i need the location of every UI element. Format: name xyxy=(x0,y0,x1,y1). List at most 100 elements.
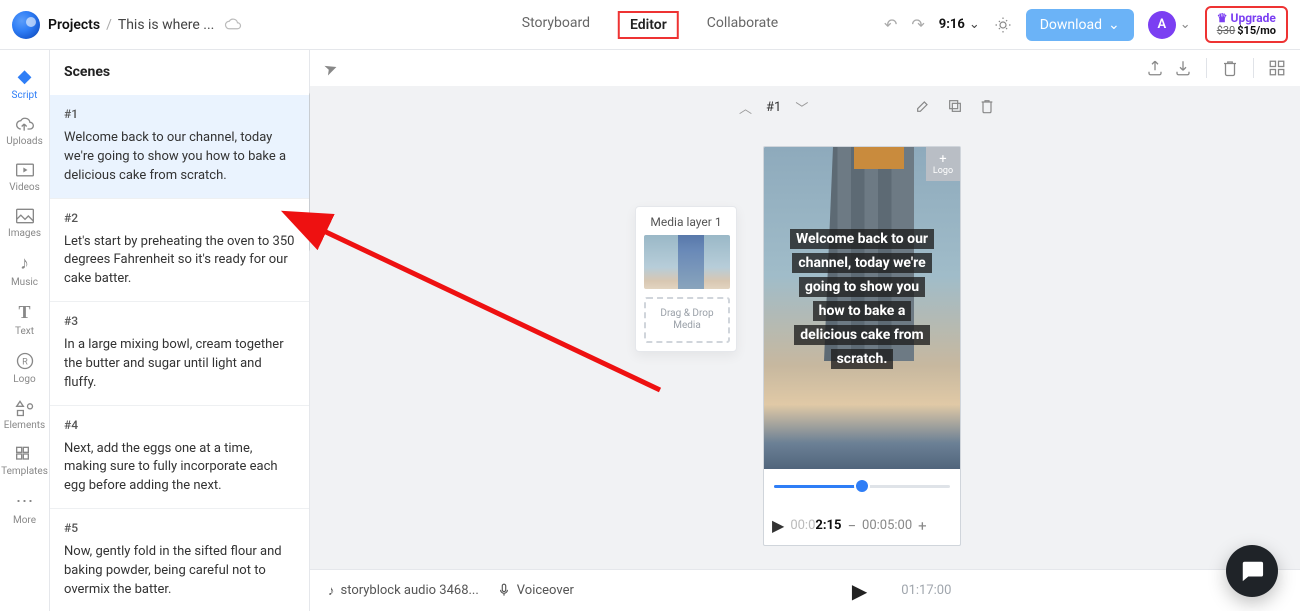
tab-editor[interactable]: Editor xyxy=(618,11,679,39)
scenes-panel: Scenes #1 Welcome back to our channel, t… xyxy=(50,50,310,611)
scene-number: #4 xyxy=(64,418,295,432)
timeline-handle[interactable] xyxy=(856,480,868,492)
chevron-down-icon: ⌄ xyxy=(1108,17,1120,33)
breadcrumb-root[interactable]: Projects xyxy=(48,17,100,33)
grid-icon[interactable] xyxy=(1268,59,1286,77)
templates-icon xyxy=(15,445,35,463)
text-icon: T xyxy=(18,302,30,323)
upgrade-button[interactable]: ♛Upgrade $30$15/mo xyxy=(1205,6,1288,43)
caption-line: scratch. xyxy=(831,349,894,369)
music-icon: ♪ xyxy=(20,253,29,274)
time-minus-icon[interactable]: − xyxy=(847,517,856,535)
toolbar-label: Uploads xyxy=(6,136,42,147)
toolbar-logo[interactable]: RLogo xyxy=(0,345,49,391)
toolbar-videos[interactable]: Videos xyxy=(0,155,49,199)
toolbar-elements[interactable]: Elements xyxy=(0,393,49,437)
delete-icon[interactable] xyxy=(979,98,995,114)
scene-text: Welcome back to our channel, today we're… xyxy=(64,129,295,186)
scene-item[interactable]: #5 Now, gently fold in the sifted flour … xyxy=(50,509,309,611)
chevron-down-icon[interactable]: ⌄ xyxy=(1180,17,1191,32)
chat-bubble-icon[interactable] xyxy=(1226,545,1278,597)
caption-line: delicious cake from xyxy=(794,325,929,345)
toolbar-script[interactable]: ◆Script xyxy=(0,60,49,107)
global-play-icon[interactable]: ▶ xyxy=(852,579,867,603)
canvas-stage[interactable]: ︿ #1 ﹀ Media layer 1 Drag & Drop Media xyxy=(310,86,1300,569)
more-icon: ⋯ xyxy=(16,491,34,512)
scene-number: #2 xyxy=(64,211,295,225)
cloud-sync-icon xyxy=(224,18,242,32)
scene-item[interactable]: #2 Let's start by preheating the oven to… xyxy=(50,199,309,303)
music-icon: ♪ xyxy=(328,583,335,599)
toolbar-label: Music xyxy=(11,277,38,288)
time-plus-icon[interactable]: + xyxy=(918,517,927,535)
upgrade-new-price: $15/mo xyxy=(1237,24,1276,37)
scene-nav: ︿ #1 ﹀ xyxy=(739,98,808,117)
scene-item[interactable]: #1 Welcome back to our channel, today we… xyxy=(50,95,309,199)
caption-line: going to show you xyxy=(799,277,925,297)
duplicate-icon[interactable] xyxy=(947,98,963,114)
edit-icon[interactable] xyxy=(915,98,931,114)
toolbar-images[interactable]: Images xyxy=(0,201,49,245)
toolbar-more[interactable]: ⋯More xyxy=(0,485,49,532)
voiceover-item[interactable]: Voiceover xyxy=(497,583,574,599)
media-popup-title: Media layer 1 xyxy=(644,215,728,229)
play-icon[interactable]: ▶ xyxy=(772,516,784,535)
undo-icon[interactable]: ↶ xyxy=(884,15,897,34)
media-drop-zone[interactable]: Drag & Drop Media xyxy=(644,297,730,343)
canvas-toolbar: ➤ xyxy=(310,50,1300,86)
time-current: 00:02:15 xyxy=(790,518,841,533)
upload-icon xyxy=(15,115,35,133)
media-drop-label: Drag & Drop Media xyxy=(646,308,728,332)
redo-icon[interactable]: ↷ xyxy=(911,15,924,34)
toolbar-templates[interactable]: Templates xyxy=(0,439,49,483)
settings-icon[interactable] xyxy=(994,16,1012,34)
export-icon[interactable] xyxy=(1146,59,1164,77)
tab-collaborate[interactable]: Collaborate xyxy=(701,11,784,39)
toolbar-uploads[interactable]: Uploads xyxy=(0,109,49,153)
preview-time-row: ▶ 00:02:15 − 00:05:00 + xyxy=(772,516,952,535)
toolbar-text[interactable]: TText xyxy=(0,296,49,343)
audio-track-item[interactable]: ♪storyblock audio 3468... xyxy=(328,583,479,599)
scene-text: In a large mixing bowl, cream together t… xyxy=(64,336,295,393)
top-nav: Storyboard Editor Collaborate xyxy=(516,11,784,39)
aspect-value: 9:16 xyxy=(939,17,965,32)
aspect-selector[interactable]: 9:16 ⌄ xyxy=(939,17,980,32)
avatar[interactable]: A xyxy=(1148,11,1176,39)
logo-chip-label: Logo xyxy=(933,166,953,176)
logo-icon: R xyxy=(15,351,35,371)
media-layer-popup[interactable]: Media layer 1 Drag & Drop Media xyxy=(635,206,737,352)
scene-item[interactable]: #3 In a large mixing bowl, cream togethe… xyxy=(50,302,309,406)
scene-current: #1 xyxy=(766,100,781,115)
import-icon[interactable] xyxy=(1174,59,1192,77)
global-time: 01:17:00 xyxy=(901,583,951,598)
logo-chip[interactable]: +Logo xyxy=(926,147,960,181)
scenes-list[interactable]: #1 Welcome back to our channel, today we… xyxy=(50,95,309,611)
toolbar-music[interactable]: ♪ Music xyxy=(0,247,49,294)
scene-item[interactable]: #4 Next, add the eggs one at a time, mak… xyxy=(50,406,309,510)
toolbar-label: Script xyxy=(12,90,38,101)
scene-prev-icon[interactable]: ︿ xyxy=(739,98,752,117)
scenes-header: Scenes xyxy=(50,50,309,95)
elements-icon xyxy=(15,399,35,417)
scene-number: #3 xyxy=(64,314,295,328)
toolbar-label: Images xyxy=(8,228,41,239)
scene-preview[interactable]: Welcome back to our channel, today we're… xyxy=(763,146,961,546)
scene-timeline[interactable] xyxy=(774,481,950,505)
breadcrumb-title[interactable]: This is where ... xyxy=(118,17,215,33)
left-toolbar: ◆Script Uploads Videos Images ♪Music TTe… xyxy=(0,50,50,611)
breadcrumb-separator: / xyxy=(106,17,112,33)
scene-next-icon[interactable]: ﹀ xyxy=(795,98,808,117)
toolbar-label: Templates xyxy=(1,466,48,477)
chevron-down-icon: ⌄ xyxy=(969,17,980,32)
cursor-icon[interactable]: ➤ xyxy=(321,57,340,79)
caption-stack[interactable]: Welcome back to our channel, today we're… xyxy=(774,229,950,369)
download-button[interactable]: Download ⌄ xyxy=(1026,9,1134,41)
scene-text: Next, add the eggs one at a time, making… xyxy=(64,440,295,497)
trash-icon[interactable] xyxy=(1221,59,1239,77)
media-thumbnail[interactable] xyxy=(644,235,730,289)
topbar-actions: ↶ ↷ 9:16 ⌄ Download ⌄ A ⌄ ♛Upgrade $30$1… xyxy=(884,6,1288,43)
tab-storyboard[interactable]: Storyboard xyxy=(516,11,596,39)
bottom-bar: ♪storyblock audio 3468... Voiceover ▶ 01… xyxy=(310,569,1300,611)
app-logo[interactable] xyxy=(12,11,40,39)
scene-text: Now, gently fold in the sifted flour and… xyxy=(64,543,295,600)
